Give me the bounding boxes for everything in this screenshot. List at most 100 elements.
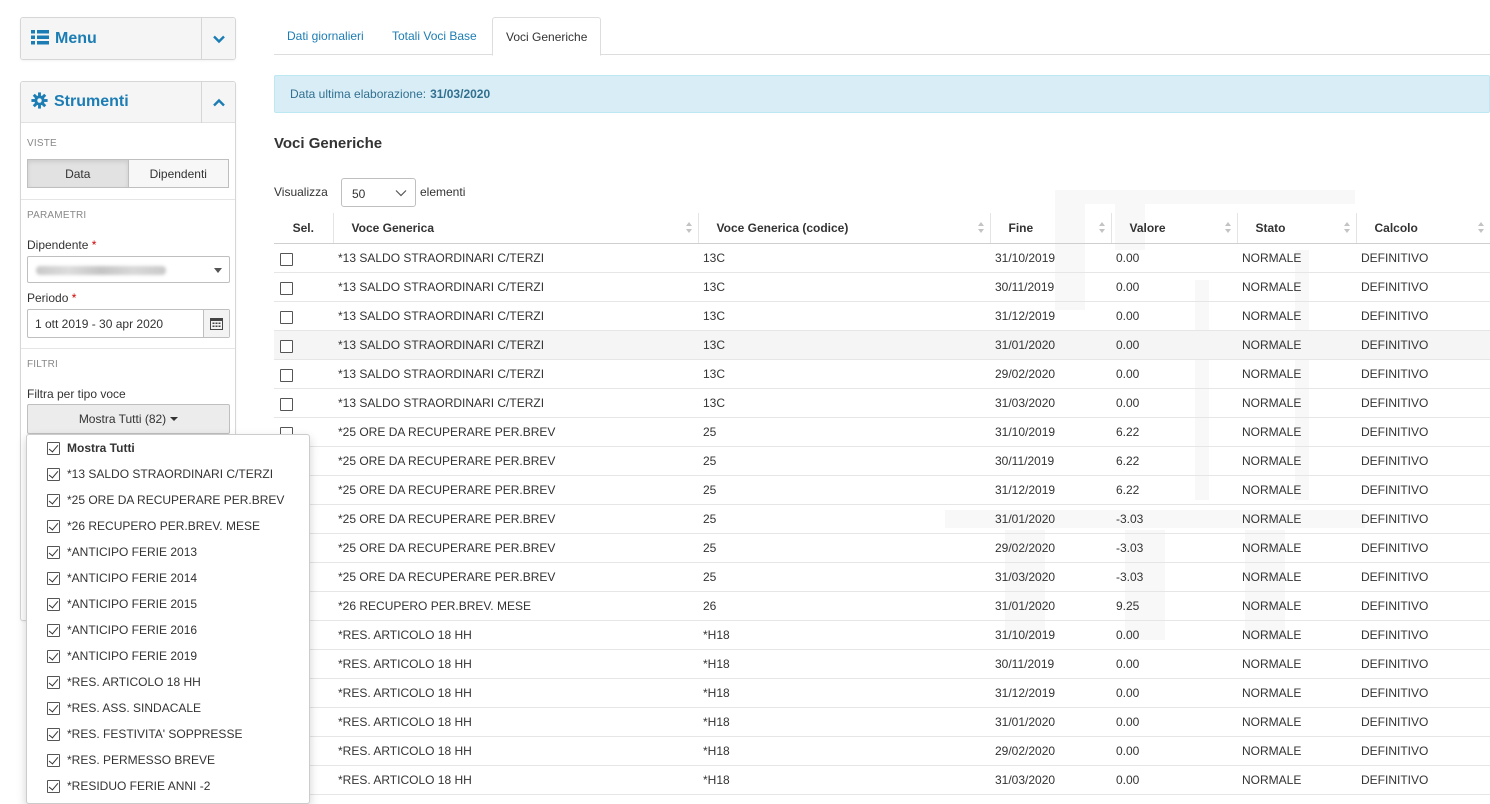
- cell-select: [274, 272, 333, 302]
- cell-calculation: DEFINITIVO: [1356, 562, 1490, 592]
- table-row[interactable]: *26 RECUPERO PER.BREV. MESE 26 31/01/2020 9…: [274, 591, 1490, 621]
- table-row[interactable]: *25 ORE DA RECUPERARE PER.BREV 25 30/11/20…: [274, 446, 1490, 476]
- checkbox-checked-icon[interactable]: [47, 597, 60, 611]
- row-checkbox[interactable]: [280, 252, 293, 266]
- divider: [21, 199, 235, 200]
- table-row[interactable]: *13 SALDO STRAORDINARI C/TERZI 13C 31/03/2…: [274, 388, 1490, 418]
- cell-value: 0.00: [1111, 243, 1237, 273]
- chevron-down-icon: [395, 190, 407, 197]
- filter-option[interactable]: Mostra Tutti: [47, 439, 135, 457]
- chevron-up-icon[interactable]: [201, 82, 235, 123]
- row-checkbox[interactable]: [280, 397, 293, 411]
- cell-status: NORMALE: [1237, 446, 1356, 476]
- table-row[interactable]: *13 SALDO STRAORDINARI C/TERZI 13C 31/01/2…: [274, 330, 1490, 360]
- checkbox-checked-icon[interactable]: [47, 649, 60, 663]
- filter-type-button[interactable]: Mostra Tutti (82): [27, 404, 230, 434]
- row-checkbox[interactable]: [280, 310, 293, 324]
- checkbox-checked-icon[interactable]: [47, 467, 60, 481]
- page-length-prefix: Visualizza: [274, 185, 328, 199]
- filter-option[interactable]: *25 ORE DA RECUPERARE PER.BREV: [47, 491, 284, 509]
- cell-calculation: DEFINITIVO: [1356, 707, 1490, 737]
- cell-end-date: 31/01/2020: [990, 707, 1111, 737]
- filter-option[interactable]: *26 RECUPERO PER.BREV. MESE: [47, 517, 260, 535]
- table-row[interactable]: *RES. ARTICOLO 18 HH *H18 31/01/2020 0.00 NO…: [274, 707, 1490, 737]
- table-row[interactable]: *13 SALDO STRAORDINARI C/TERZI 13C 31/12/2…: [274, 301, 1490, 331]
- cell-code: 25: [698, 475, 990, 505]
- col-calculation[interactable]: Calcolo: [1355, 213, 1490, 244]
- filter-option[interactable]: *ANTICIPO FERIE 2013: [47, 543, 197, 561]
- filter-option[interactable]: *ANTICIPO FERIE 2014: [47, 569, 197, 587]
- table-row[interactable]: *RES. ARTICOLO 18 HH *H18 31/12/2019 0.00 NO…: [274, 678, 1490, 708]
- table-row[interactable]: *25 ORE DA RECUPERARE PER.BREV 25 31/12/20…: [274, 475, 1490, 505]
- table-row[interactable]: *13 SALDO STRAORDINARI C/TERZI 13C 31/10/2…: [274, 243, 1490, 273]
- chevron-down-icon[interactable]: [201, 18, 235, 59]
- filter-option[interactable]: *RES. PERMESSO BREVE: [47, 751, 215, 769]
- checkbox-checked-icon[interactable]: [47, 753, 60, 767]
- table-row[interactable]: *25 ORE DA RECUPERARE PER.BREV 25 31/01/20…: [274, 504, 1490, 534]
- checkbox-checked-icon[interactable]: [47, 441, 60, 455]
- filter-dropdown: Mostra Tutti *13 SALDO STRAORDINARI C/TER…: [26, 434, 310, 804]
- table-row[interactable]: *25 ORE DA RECUPERARE PER.BREV 25 31/10/20…: [274, 417, 1490, 447]
- filter-option-label: *ANTICIPO FERIE 2019: [67, 649, 198, 663]
- filter-option[interactable]: *ANTICIPO FERIE 2016: [47, 621, 197, 639]
- table-row[interactable]: *RES. ARTICOLO 18 HH *H18 30/11/2019 0.00 NO…: [274, 649, 1490, 679]
- table-row[interactable]: *RES. ARTICOLO 18 HH *H18 29/02/2020 0.00 NO…: [274, 736, 1490, 766]
- tab-generic-items[interactable]: Voci Generiche: [492, 17, 602, 56]
- cell-status: NORMALE: [1237, 562, 1356, 592]
- filter-option[interactable]: *13 SALDO STRAORDINARI C/TERZI: [47, 465, 273, 483]
- cell-end-date: 31/01/2020: [990, 504, 1111, 534]
- view-employees-button[interactable]: Dipendenti: [128, 159, 229, 188]
- checkbox-checked-icon[interactable]: [47, 779, 60, 793]
- checkbox-checked-icon[interactable]: [47, 519, 60, 533]
- filter-option[interactable]: *ANTICIPO FERIE 2015: [47, 595, 197, 613]
- row-checkbox[interactable]: [280, 339, 293, 353]
- checkbox-checked-icon[interactable]: [47, 571, 60, 585]
- table-row[interactable]: *13 SALDO STRAORDINARI C/TERZI 13C 30/11/2…: [274, 272, 1490, 302]
- tools-title: Strumenti: [54, 93, 129, 110]
- cell-end-date: 31/12/2019: [990, 678, 1111, 708]
- checkbox-checked-icon[interactable]: [47, 545, 60, 559]
- checkbox-checked-icon[interactable]: [47, 675, 60, 689]
- col-end[interactable]: Fine: [989, 213, 1111, 244]
- cell-value: 6.22: [1111, 475, 1237, 505]
- table-row[interactable]: *13 SALDO STRAORDINARI C/TERZI 13C 29/02/2…: [274, 359, 1490, 389]
- tab-base-totals[interactable]: Totali Voci Base: [379, 17, 490, 55]
- row-checkbox[interactable]: [280, 281, 293, 295]
- col-generic-item-code[interactable]: Voce Generica (codice): [697, 213, 990, 244]
- cell-code: 25: [698, 417, 990, 447]
- checkbox-checked-icon[interactable]: [47, 701, 60, 715]
- cell-calculation: DEFINITIVO: [1356, 388, 1490, 418]
- cell-calculation: DEFINITIVO: [1356, 620, 1490, 650]
- period-input[interactable]: 1 ott 2019 - 30 apr 2020: [27, 309, 230, 338]
- filter-option[interactable]: *RES. ARTICOLO 18 HH: [47, 673, 201, 691]
- checkbox-checked-icon[interactable]: [47, 623, 60, 637]
- filter-option[interactable]: *RES. FESTIVITA' SOPPRESSE: [47, 725, 242, 743]
- cell-calculation: DEFINITIVO: [1356, 649, 1490, 679]
- checkbox-checked-icon[interactable]: [47, 727, 60, 741]
- cell-end-date: 31/12/2019: [990, 301, 1111, 331]
- table-row[interactable]: *RES. ARTICOLO 18 HH *H18 31/10/2019 0.00 NO…: [274, 620, 1490, 650]
- view-data-button[interactable]: Data: [27, 159, 129, 188]
- col-status[interactable]: Stato: [1236, 213, 1356, 244]
- divider: [21, 348, 235, 349]
- calendar-icon[interactable]: [203, 310, 229, 337]
- cell-generic-item: *RES. ARTICOLO 18 HH: [333, 707, 698, 737]
- col-generic-item[interactable]: Voce Generica: [332, 213, 698, 244]
- filter-option[interactable]: *ANTICIPO FERIE 2019: [47, 647, 197, 665]
- cell-code: 26: [698, 591, 990, 621]
- filter-option[interactable]: *RES. ASS. SINDACALE: [47, 699, 201, 717]
- filter-option[interactable]: *RESIDUO FERIE ANNI -2: [47, 777, 210, 795]
- col-value[interactable]: Valore: [1110, 213, 1237, 244]
- filter-option-label: *RES. ARTICOLO 18 HH: [67, 675, 201, 689]
- checkbox-checked-icon[interactable]: [47, 493, 60, 507]
- tools-panel-header[interactable]: Strumenti: [21, 82, 235, 123]
- table-row[interactable]: *25 ORE DA RECUPERARE PER.BREV 25 29/02/20…: [274, 533, 1490, 563]
- cell-calculation: DEFINITIVO: [1356, 678, 1490, 708]
- table-row[interactable]: *25 ORE DA RECUPERARE PER.BREV 25 31/03/20…: [274, 562, 1490, 592]
- page-length-select[interactable]: 50: [341, 178, 416, 207]
- employee-select[interactable]: [27, 256, 230, 283]
- menu-panel-header[interactable]: Menu: [21, 18, 235, 59]
- row-checkbox[interactable]: [280, 368, 293, 382]
- tab-daily-data[interactable]: Dati giornalieri: [274, 17, 377, 55]
- page-length-value: 50: [352, 187, 366, 201]
